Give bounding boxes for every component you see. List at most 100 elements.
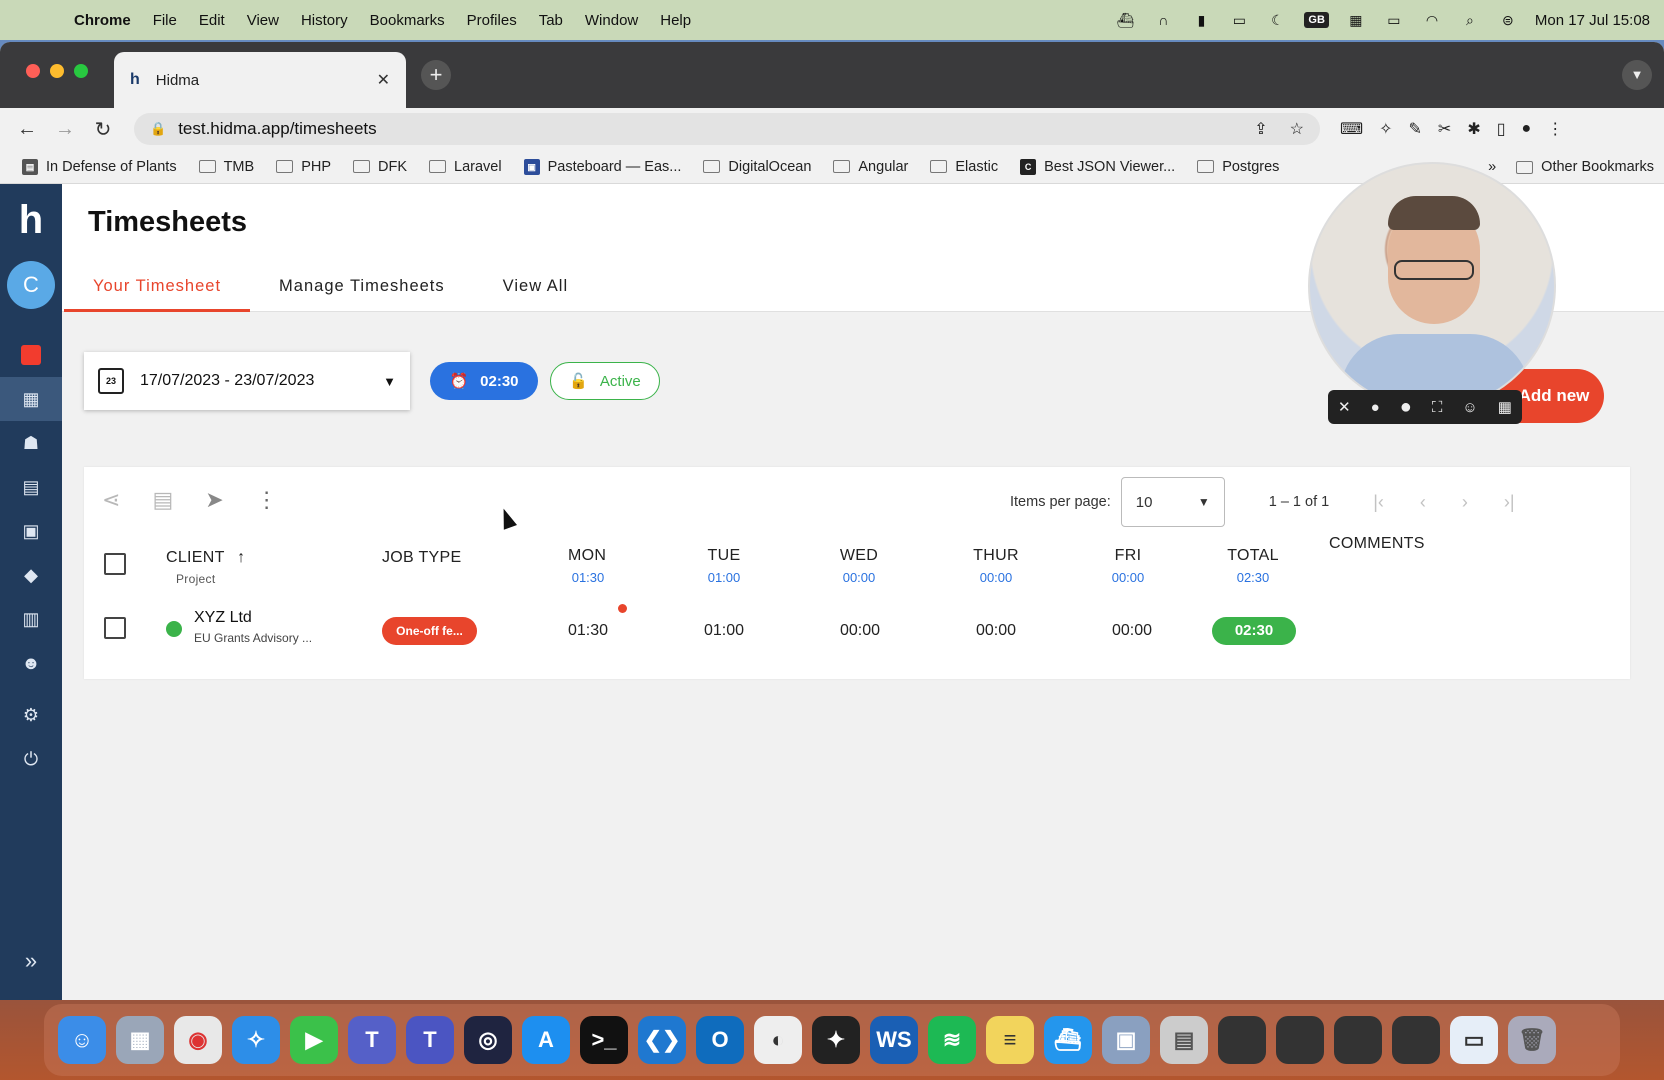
launchpad-icon[interactable]: ▦ [116,1016,164,1064]
sidebar-item-logout[interactable]: ⏻ [0,737,62,781]
extension-tools-icon[interactable]: ✂ [1438,119,1451,139]
docker-status-icon[interactable]: ⛴ [1114,11,1136,29]
bookmark-folder[interactable]: DigitalOcean [703,159,811,175]
sidebar-item-team[interactable]: ☻ [0,641,62,685]
spotify-icon[interactable]: ≋ [928,1016,976,1064]
tab-view-all[interactable]: View All [474,264,597,312]
extensions-puzzle-icon[interactable]: ✱ [1467,119,1480,139]
sidebar-item-tasks[interactable]: ▣ [0,509,62,553]
large-dot-icon[interactable]: ● [1400,396,1412,419]
user-avatar[interactable]: C [7,261,55,309]
chrome-icon[interactable]: ◉ [174,1016,222,1064]
extension-spark-icon[interactable]: ✧ [1379,119,1392,139]
battery-icon[interactable]: ▭ [1383,11,1405,29]
app-store-icon[interactable]: A [522,1016,570,1064]
menu-view[interactable]: View [247,12,279,29]
outlook-icon[interactable]: O [696,1016,744,1064]
trash-icon[interactable]: 🗑 [1508,1016,1556,1064]
docker-icon[interactable]: ⛴ [1044,1016,1092,1064]
side-panel-icon[interactable]: ▯ [1497,119,1506,139]
last-page-icon[interactable]: ›| [1504,492,1515,513]
bookmark-folder[interactable]: PHP [276,159,331,175]
mouse-status-icon[interactable]: ▮ [1190,11,1212,29]
teams-classic-icon[interactable]: T [406,1016,454,1064]
send-icon[interactable]: ➤ [205,487,223,513]
memory-status-icon[interactable]: ▦ [1345,11,1367,29]
sidebar-item-jobs[interactable]: ▤ [0,465,62,509]
vpn-status-icon[interactable]: ∩ [1152,11,1174,29]
notes-icon[interactable]: ≡ [986,1016,1034,1064]
small-dot-icon[interactable]: ● [1371,399,1380,416]
status-badge[interactable]: 🔓 Active [550,362,660,400]
column-client[interactable]: CLIENT ↑ Project [166,549,245,586]
tab-your-timesheet[interactable]: Your Timesheet [64,264,251,312]
previous-page-icon[interactable]: ‹ [1420,492,1426,513]
first-page-icon[interactable]: |‹ [1373,492,1384,513]
menu-window[interactable]: Window [585,12,638,29]
chatgpt-icon[interactable]: ◎ [464,1016,512,1064]
sidebar-item-clients[interactable]: ☗ [0,421,62,465]
minimized-window-1[interactable] [1218,1016,1266,1064]
preview-icon[interactable]: ▣ [1102,1016,1150,1064]
menu-bookmarks[interactable]: Bookmarks [370,12,445,29]
select-all-checkbox[interactable] [104,553,126,575]
bookmark-folder[interactable]: Laravel [429,159,502,175]
forward-arrow-icon[interactable]: → [54,118,76,141]
share-icon[interactable]: ⋖ [102,487,120,513]
browser-tab-hidma[interactable]: h Hidma ✕ [114,52,406,108]
back-arrow-icon[interactable]: ← [16,118,38,141]
row-checkbox[interactable] [104,617,126,639]
spotlight-search-icon[interactable]: ⌕ [1459,11,1481,29]
safari-icon[interactable]: ✧ [232,1016,280,1064]
bookmark-star-icon[interactable]: ☆ [1290,119,1304,139]
teams-icon[interactable]: T [348,1016,396,1064]
more-vert-icon[interactable]: ⋮ [256,487,278,513]
client-cell[interactable]: XYZ Ltd EU Grants Advisory ... [194,609,312,645]
url-text[interactable]: test.hidma.app/timesheets [178,119,376,139]
menu-history[interactable]: History [301,12,348,29]
close-tab-icon[interactable]: ✕ [377,70,390,90]
webcam-overlay[interactable] [1308,162,1556,410]
downloads-stack-icon[interactable]: ▤ [1160,1016,1208,1064]
bookmark-folder[interactable]: Postgres [1197,159,1279,175]
minimized-window-5[interactable]: ▭ [1450,1016,1498,1064]
tue-cell[interactable]: 01:00 [704,622,744,640]
sidebar-item-settings[interactable]: ⚙ [0,693,62,737]
tableplus-icon[interactable]: ◐ [754,1016,802,1064]
screen-status-icon[interactable]: ▭ [1228,11,1250,29]
person-icon[interactable]: ☺ [1462,399,1477,416]
control-center-icon[interactable]: ⊜ [1497,11,1519,29]
print-icon[interactable]: ▤ [152,487,173,513]
new-tab-button[interactable]: + [421,60,451,90]
vscode-icon[interactable]: ❮❯ [638,1016,686,1064]
extension-keyboard-icon[interactable]: ⌨ [1340,119,1363,139]
minimized-window-4[interactable] [1392,1016,1440,1064]
moon-icon[interactable]: ☾ [1266,11,1288,29]
sidebar-item-reports[interactable]: ▥ [0,597,62,641]
menu-profiles[interactable]: Profiles [467,12,517,29]
profile-avatar-icon[interactable]: ● [1522,120,1532,138]
bookmark-folder[interactable]: Angular [833,159,908,175]
date-range-select[interactable]: 23 17/07/2023 - 23/07/2023 ▼ [84,352,410,410]
extension-pen-icon[interactable]: ✎ [1409,119,1422,139]
terminal-icon[interactable]: >_ [580,1016,628,1064]
sidebar-expand-icon[interactable]: » [0,948,62,974]
fri-cell[interactable]: 00:00 [1112,622,1152,640]
bookmark-folder[interactable]: DFK [353,159,407,175]
menu-app-name[interactable]: Chrome [74,12,131,29]
menu-help[interactable]: Help [660,12,691,29]
browser-menu-icon[interactable]: ⋮ [1547,119,1563,139]
minimized-window-3[interactable] [1334,1016,1382,1064]
tab-manage-timesheets[interactable]: Manage Timesheets [250,264,474,312]
wifi-icon[interactable]: ◠ [1421,11,1443,29]
bookmark-item[interactable]: ▤ In Defense of Plants [22,158,177,175]
mon-cell[interactable]: 01:30 [568,622,608,640]
finder-icon[interactable]: ☺ [58,1016,106,1064]
sidebar-item-timesheets[interactable]: ▦ [0,377,62,421]
figma-icon[interactable]: ✦ [812,1016,860,1064]
reload-icon[interactable]: ↻ [92,117,114,142]
other-bookmarks-folder[interactable]: Other Bookmarks [1516,159,1654,175]
webstorm-icon[interactable]: WS [870,1016,918,1064]
clapperboard-icon[interactable]: ▦ [1498,398,1512,416]
zoom-window-button[interactable] [74,64,88,78]
